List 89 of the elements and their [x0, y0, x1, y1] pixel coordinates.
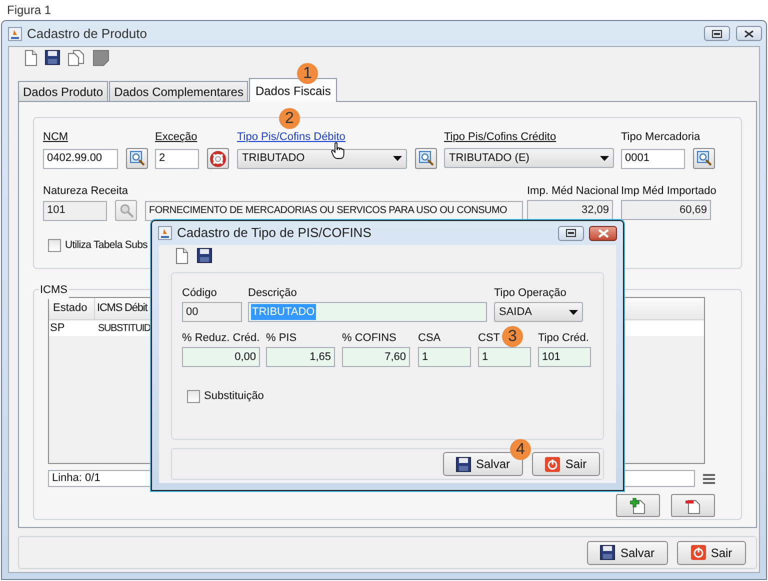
hand-cursor-icon [331, 142, 345, 159]
caret-icon [600, 156, 609, 160]
close-icon [744, 30, 754, 38]
field-label: CST [478, 331, 500, 346]
input-field[interactable]: 0402.99.00 [43, 148, 118, 168]
restore-icon [566, 229, 576, 237]
exit-button[interactable]: Sair [532, 452, 600, 476]
power-icon [545, 456, 560, 472]
table-cell-text: SP [49, 321, 66, 336]
field-label: Natureza Receita [43, 184, 128, 199]
search-button[interactable] [415, 148, 437, 169]
input-field[interactable]: 101 [538, 347, 591, 367]
dropdown[interactable]: TRIBUTADO [237, 148, 407, 168]
search-icon [118, 203, 134, 218]
remove-document-icon [685, 498, 701, 514]
new-document-icon[interactable] [176, 248, 188, 264]
save-icon [456, 456, 471, 472]
field-label: Código [182, 286, 217, 301]
input-field[interactable]: 1 [418, 347, 471, 367]
caret-icon [393, 156, 402, 161]
dropdown[interactable]: TRIBUTADO (E) [444, 148, 614, 168]
group-title: ICMS [39, 282, 68, 298]
figure-caption: Figura 1 [6, 2, 52, 19]
tab[interactable]: Dados Fiscais [249, 78, 337, 102]
save-icon [600, 545, 616, 560]
field-label: Tipo Operação [494, 286, 566, 301]
input-field[interactable]: 2 [155, 148, 199, 168]
field-label: Tipo Mercadoria [621, 130, 700, 145]
search-icon [418, 151, 434, 166]
caret-icon [569, 310, 578, 314]
copy-icon[interactable] [68, 50, 85, 66]
input-field[interactable]: 60,69 [621, 200, 711, 220]
field-label: Tipo Créd. [538, 331, 589, 346]
input-field[interactable]: 1 [478, 347, 531, 367]
checkbox-label: Utiliza Tabela Subs [65, 238, 148, 253]
search-button[interactable] [126, 148, 148, 169]
field-label: NCM [43, 130, 68, 145]
field-link[interactable]: Tipo Pis/Cofins Débito [237, 129, 346, 145]
add-document-icon [630, 498, 646, 514]
input-field[interactable]: 00 [182, 302, 242, 322]
tab[interactable]: Dados Produto [18, 81, 108, 101]
lifebuoy-button[interactable] [207, 148, 229, 169]
input-field[interactable]: 0001 [621, 148, 685, 168]
input-field[interactable]: 101 [43, 200, 107, 220]
restore-icon [712, 30, 722, 38]
save-icon[interactable] [197, 248, 212, 263]
restore-button[interactable] [704, 26, 730, 41]
search-button[interactable] [693, 148, 715, 169]
power-icon [690, 545, 706, 560]
close-button[interactable] [736, 26, 762, 41]
input-field[interactable]: 7,60 [342, 347, 410, 367]
checkbox-label: Substituição [204, 389, 264, 404]
field-label: Imp. Méd Nacional [527, 184, 619, 199]
input-field[interactable]: 32,09 [527, 200, 613, 220]
restore-button[interactable] [558, 226, 584, 240]
checkbox[interactable] [48, 239, 61, 252]
menu-icon[interactable] [703, 474, 715, 484]
add-row-button[interactable] [616, 494, 660, 517]
field-label: Tipo Pis/Cofins Crédito [444, 130, 556, 145]
input-field[interactable]: 0,00 [182, 347, 260, 367]
field-label: % Reduz. Créd. [182, 331, 260, 346]
field-label: % PIS [266, 331, 297, 346]
field-label: Descrição [248, 286, 297, 301]
search-icon [130, 151, 144, 166]
app-icon [158, 226, 172, 240]
field-label: Exceção [155, 130, 198, 145]
new-document-icon[interactable] [25, 50, 37, 66]
exit-button[interactable]: Sair [677, 540, 746, 564]
field-label: % COFINS [342, 331, 396, 346]
save-icon[interactable] [45, 50, 60, 65]
search-icon [696, 151, 712, 166]
input-field[interactable]: 1,65 [266, 347, 335, 367]
checkbox[interactable] [187, 390, 200, 403]
table-cell-text: SUBSTITUID [97, 322, 152, 336]
app-icon [8, 26, 22, 40]
column-header[interactable]: Estado [49, 298, 95, 319]
lifebuoy-icon [210, 150, 226, 166]
field-label: CSA [418, 331, 441, 346]
dropdown[interactable]: SAIDA [494, 302, 583, 322]
remove-row-button[interactable] [671, 494, 715, 517]
window-title: Cadastro de Produto [27, 24, 148, 43]
save-button[interactable]: Salvar [587, 540, 668, 564]
close-icon [598, 228, 608, 238]
save-button[interactable]: Salvar [443, 452, 523, 476]
close-button[interactable] [589, 226, 617, 240]
dialog-title: Cadastro de Tipo de PIS/COFINS [177, 224, 372, 242]
tab[interactable]: Dados Complementares [109, 81, 248, 101]
input-field[interactable]: FORNECIMENTO DE MERCADORIAS OU SERVICOS PARA USO OU CONSUMO [145, 200, 523, 220]
field-label: Imp Méd Importado [621, 184, 716, 199]
